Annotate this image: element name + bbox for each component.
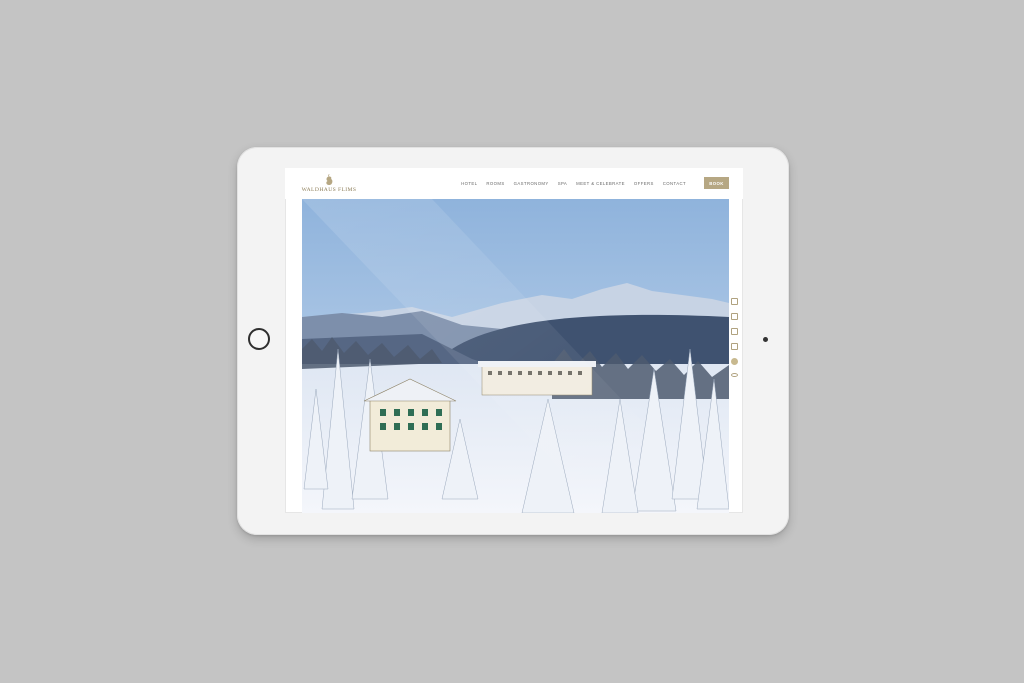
book-button[interactable]: BOOK <box>704 177 729 189</box>
eye-icon[interactable] <box>731 373 738 377</box>
info-icon[interactable] <box>731 358 738 365</box>
front-camera <box>763 337 768 342</box>
nav-item-offers[interactable]: OFFERS <box>634 181 654 186</box>
nav-item-rooms[interactable]: ROOMS <box>486 181 504 186</box>
calendar-icon[interactable] <box>731 298 738 305</box>
logo[interactable]: WALDHAUS FLIMS <box>301 174 357 196</box>
winter-hotel-landscape <box>302 199 729 513</box>
nav-item-gastronomy[interactable]: GASTRONOMY <box>514 181 549 186</box>
squirrel-logo-icon <box>326 174 333 185</box>
gift-icon[interactable] <box>731 328 738 335</box>
screen: WALDHAUS FLIMS HOTEL ROOMS GASTRONOMY SP… <box>285 168 743 513</box>
home-button[interactable] <box>248 328 270 350</box>
map-icon[interactable] <box>731 313 738 320</box>
nav-item-meet-celebrate[interactable]: MEET & CELEBRATE <box>576 181 625 186</box>
hero-image <box>302 199 729 513</box>
document-icon[interactable] <box>731 343 738 350</box>
main-nav: HOTEL ROOMS GASTRONOMY SPA MEET & CELEBR… <box>461 181 686 186</box>
logo-text: WALDHAUS FLIMS <box>301 187 357 193</box>
side-toolbar <box>731 298 739 385</box>
nav-item-hotel[interactable]: HOTEL <box>461 181 477 186</box>
nav-item-spa[interactable]: SPA <box>558 181 567 186</box>
site-header: WALDHAUS FLIMS HOTEL ROOMS GASTRONOMY SP… <box>285 168 743 199</box>
tablet-device: WALDHAUS FLIMS HOTEL ROOMS GASTRONOMY SP… <box>237 147 789 535</box>
nav-item-contact[interactable]: CONTACT <box>663 181 686 186</box>
